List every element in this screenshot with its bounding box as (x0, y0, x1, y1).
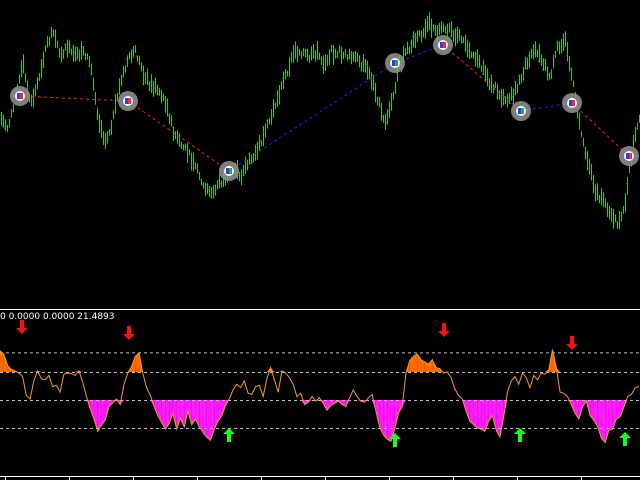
negative-fill (481, 400, 485, 432)
trading-chart[interactable] (0, 0, 640, 480)
negative-fill (383, 400, 388, 440)
marker-half (443, 42, 446, 48)
negative-fill (616, 400, 621, 420)
signal-marker (562, 93, 582, 113)
signal-marker (118, 91, 138, 111)
positive-fill (413, 354, 418, 372)
negative-fill (477, 400, 482, 430)
negative-fill (206, 400, 211, 441)
negative-fill (473, 400, 478, 428)
marker-half (392, 60, 395, 66)
signal-marker (619, 146, 639, 166)
marker-half (229, 168, 232, 174)
signal-marker (219, 161, 239, 181)
signal-marker (385, 53, 405, 73)
negative-fill (202, 400, 207, 437)
marker-half (17, 93, 20, 99)
negative-fill (387, 400, 391, 442)
marker-half (226, 168, 229, 174)
indicator-readout: 0 0.0000 0.0000 21.4893 (0, 312, 115, 322)
marker-half (128, 98, 131, 104)
negative-fill (469, 400, 474, 425)
marker-half (395, 60, 398, 66)
marker-half (521, 108, 524, 114)
signal-marker (511, 101, 531, 121)
marker-half (518, 108, 521, 114)
marker-half (626, 153, 629, 159)
negative-fill (601, 400, 606, 443)
signal-marker (433, 35, 453, 55)
negative-fill (608, 400, 613, 431)
marker-half (569, 100, 572, 106)
marker-half (572, 100, 575, 106)
marker-half (629, 153, 632, 159)
marker-half (125, 98, 128, 104)
marker-half (20, 93, 23, 99)
signal-marker (10, 86, 30, 106)
marker-half (440, 42, 443, 48)
